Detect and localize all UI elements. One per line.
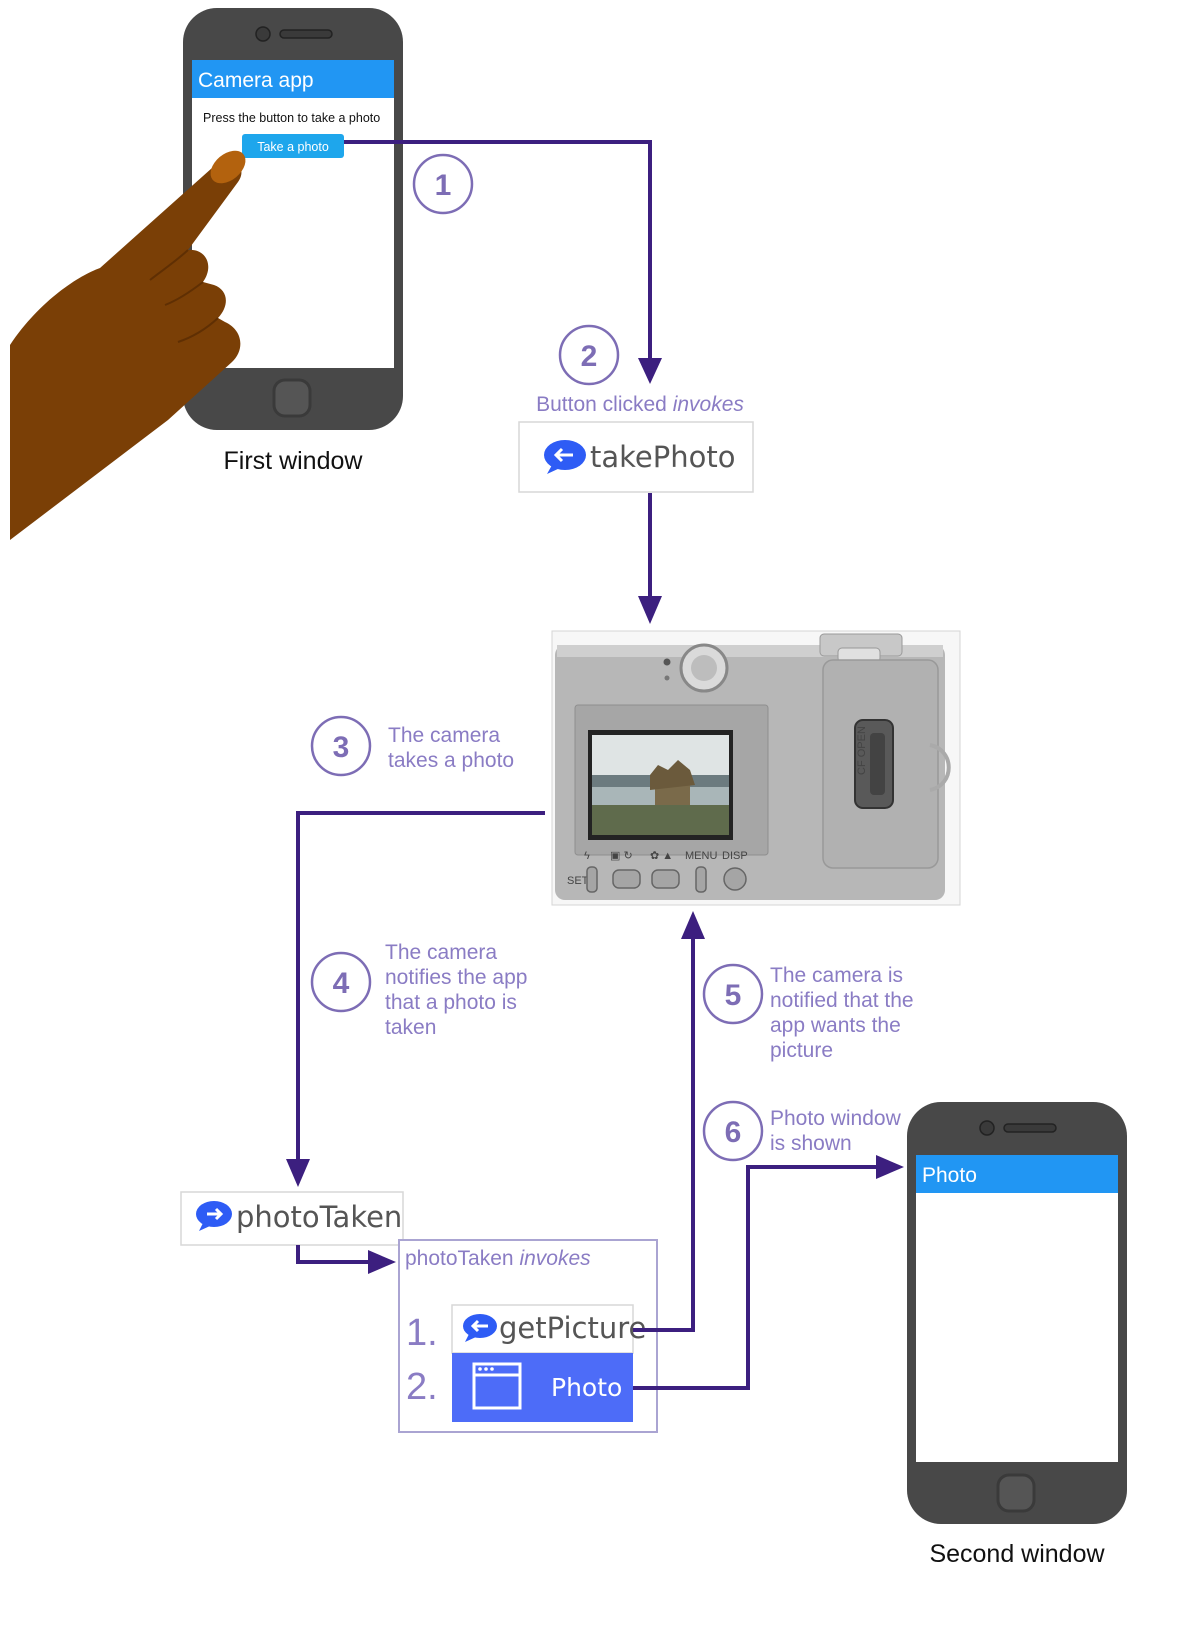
step-2-number: 2 [581,340,598,373]
step-3-marker: 3 [310,715,372,777]
first-phone-camera-icon [255,26,271,42]
svg-text:✿ ▲: ✿ ▲ [650,850,673,862]
second-phone: Photo Second window [907,1102,1127,1568]
get-picture-block: getPicture [451,1304,646,1354]
step-6-annotation: Photo window is shown [770,1107,907,1155]
take-photo-block-label: takePhoto [590,440,735,474]
invokes-item-1-number: 1. [406,1312,438,1354]
second-window-caption: Second window [929,1540,1105,1568]
step-6-marker: 6 [702,1100,764,1162]
step-5-marker: 5 [702,963,764,1025]
arrowhead-icon [286,1159,310,1187]
photo-window-block: Photo [452,1353,633,1422]
first-phone-home-button [272,378,312,418]
first-phone-speaker [279,29,333,39]
second-phone-camera-icon [979,1120,995,1136]
step-5-number: 5 [725,979,742,1012]
get-picture-block-label: getPicture [499,1311,646,1345]
photo-taken-block-label: photoTaken [236,1200,402,1234]
invokes-panel: photoTaken invokes 1. 2. getPicture Phot… [398,1239,658,1433]
arrowhead-icon [368,1250,396,1274]
arrowhead-icon [638,596,662,624]
step-4-annotation: The camera notifies the app that a photo… [385,941,533,1039]
step-3-annotation: The camera takes a photo [388,724,514,772]
step-2-marker: 2 [558,324,620,386]
step-3-number: 3 [333,731,350,764]
arrowhead-icon [681,911,705,939]
photo-window-block-label: Photo [551,1373,622,1402]
invokes-panel-title: photoTaken invokes [405,1247,591,1270]
step-5-annotation: The camera is notified that the app want… [770,964,919,1062]
first-phone-instruction: Press the button to take a photo [203,111,380,125]
arrow-photo-to-second-window [633,1165,880,1390]
first-phone: Camera app Press the button to take a ph… [183,8,403,475]
first-window-caption: First window [224,447,364,475]
svg-text:CF OPEN: CF OPEN [856,726,868,775]
svg-text:▣ ↻: ▣ ↻ [610,850,633,862]
step-1-number: 1 [435,169,452,202]
take-photo-block: takePhoto [518,421,754,493]
second-phone-speaker [1003,1123,1057,1133]
second-phone-title: Photo [922,1164,977,1187]
arrowhead-icon [638,358,662,384]
step-6-number: 6 [725,1116,742,1149]
take-photo-button-label: Take a photo [257,140,329,154]
arrowhead-icon [876,1155,904,1179]
arrow-phototaken-to-panel [296,1245,372,1264]
take-photo-button[interactable]: Take a photo [242,134,344,158]
hand-icon [10,150,246,540]
step-1-marker: 1 [412,153,474,215]
svg-text:DISP: DISP [722,850,748,862]
photo-taken-block: photoTaken [180,1191,404,1246]
svg-text:MENU: MENU [685,850,717,862]
step-4-marker: 4 [310,951,372,1013]
invokes-item-2-number: 2. [406,1366,438,1408]
svg-text:ϟ: ϟ [584,850,590,862]
camera-image: CF OPEN ϟ ▣ ↻ ✿ ▲ MENU DISP SET [551,630,961,906]
second-phone-home-button [996,1473,1036,1513]
first-phone-title: Camera app [198,69,314,92]
step-2-annotation: Button clicked invokes [536,393,744,416]
svg-text:SET: SET [567,875,589,887]
second-phone-screen [916,1155,1118,1462]
step-4-number: 4 [333,967,350,1000]
